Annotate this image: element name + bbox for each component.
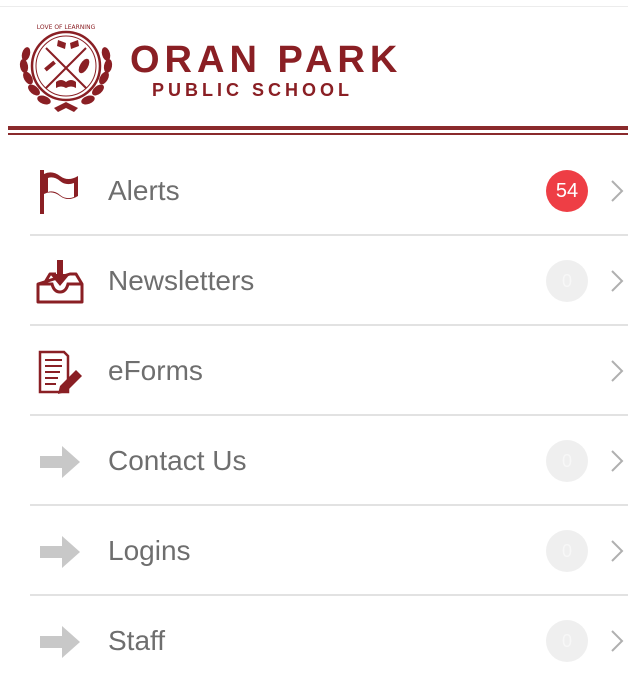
contact-us-count-badge: 0 bbox=[546, 440, 588, 482]
school-subtitle: PUBLIC SCHOOL bbox=[152, 80, 354, 100]
chevron-right-icon bbox=[611, 630, 624, 652]
chevron-right-icon bbox=[611, 270, 624, 292]
header-rule bbox=[8, 126, 628, 130]
chevron-right-icon bbox=[611, 180, 624, 202]
staff-count-badge: 0 bbox=[546, 620, 588, 662]
header-rule-thin bbox=[8, 133, 628, 135]
menu-item-label: Newsletters bbox=[108, 265, 255, 296]
menu-item-label: Logins bbox=[108, 535, 191, 566]
chevron-right-icon bbox=[611, 360, 624, 382]
school-crest-logo: LOVE OF LEARNING bbox=[19, 24, 113, 112]
form-pen-icon bbox=[36, 348, 84, 396]
arrow-right-icon bbox=[36, 528, 84, 576]
school-name: ORAN PARK bbox=[130, 39, 403, 81]
arrow-right-icon bbox=[36, 438, 84, 486]
menu-item-newsletters[interactable]: Newsletters 0 bbox=[30, 236, 628, 326]
chevron-right-icon bbox=[611, 450, 624, 472]
arrow-right-icon bbox=[36, 618, 84, 666]
menu-item-alerts[interactable]: Alerts 54 bbox=[30, 146, 628, 236]
menu-item-logins[interactable]: Logins 0 bbox=[30, 506, 628, 596]
logins-count-badge: 0 bbox=[546, 530, 588, 572]
crest-motto: LOVE OF LEARNING bbox=[37, 24, 96, 31]
alerts-count-badge: 54 bbox=[546, 170, 588, 212]
inbox-download-icon bbox=[36, 258, 84, 306]
main-menu: Alerts 54 Newsletters 0 eForms Contact U… bbox=[30, 146, 628, 686]
menu-item-eforms[interactable]: eForms bbox=[30, 326, 628, 416]
menu-item-label: Alerts bbox=[108, 175, 180, 206]
app-header: LOVE OF LEARNING ORAN PARK PUBLIC SCHOOL bbox=[0, 0, 628, 140]
chevron-right-icon bbox=[611, 540, 624, 562]
menu-item-label: eForms bbox=[108, 355, 203, 386]
menu-item-label: Contact Us bbox=[108, 445, 247, 476]
flag-icon bbox=[36, 168, 84, 216]
newsletters-count-badge: 0 bbox=[546, 260, 588, 302]
menu-item-contact-us[interactable]: Contact Us 0 bbox=[30, 416, 628, 506]
